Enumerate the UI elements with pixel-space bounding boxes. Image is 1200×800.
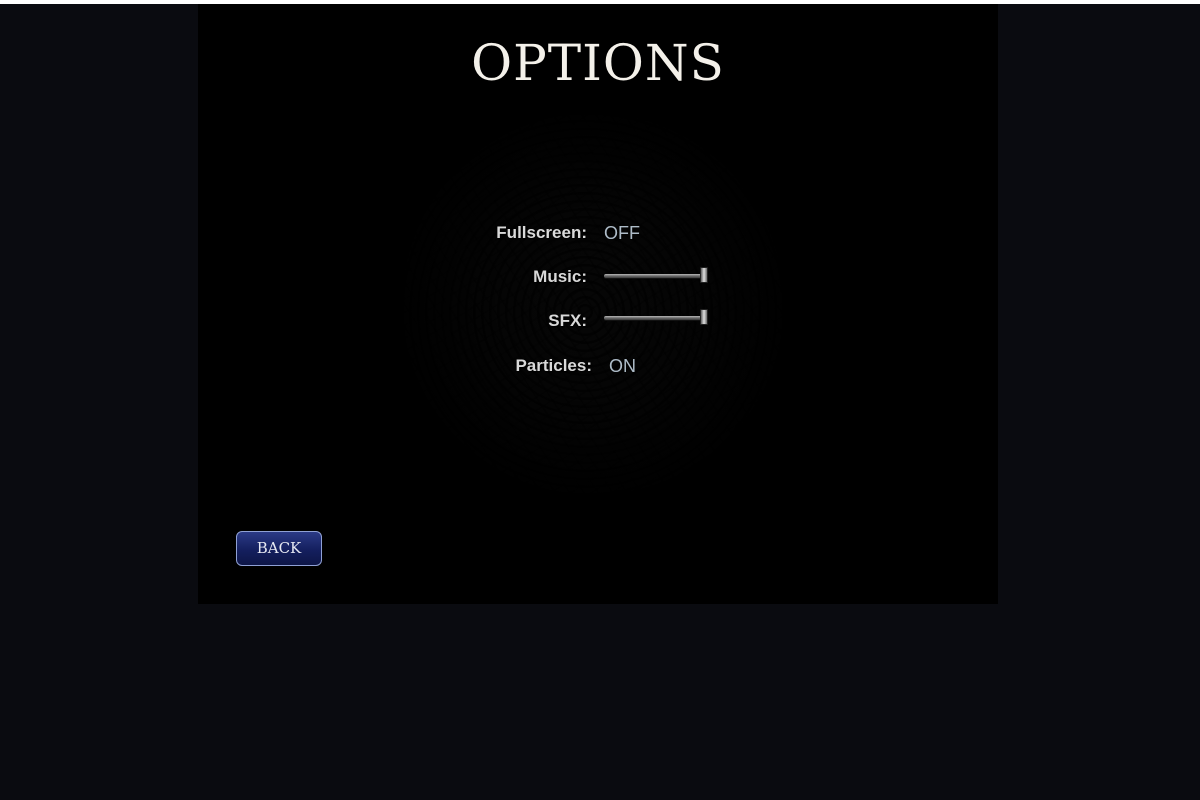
music-label: Music: — [533, 267, 587, 286]
page-title: OPTIONS — [471, 34, 725, 92]
particles-toggle[interactable]: ON — [609, 356, 636, 377]
sfx-slider[interactable] — [604, 308, 710, 328]
sfx-label: SFX: — [548, 311, 587, 330]
game-canvas: OPTIONS Fullscreen: OFF Music: SFX: Part… — [198, 4, 998, 604]
sfx-slider-track — [604, 316, 708, 320]
fullscreen-label: Fullscreen: — [496, 223, 587, 242]
music-slider-track — [604, 274, 708, 278]
back-button[interactable]: BACK — [236, 531, 322, 566]
music-slider-thumb[interactable] — [700, 267, 708, 283]
cracked-stone-background — [393, 104, 793, 504]
particles-label: Particles: — [515, 356, 592, 375]
fullscreen-toggle[interactable]: OFF — [604, 223, 640, 244]
music-slider[interactable] — [604, 266, 710, 286]
sfx-slider-thumb[interactable] — [700, 309, 708, 325]
